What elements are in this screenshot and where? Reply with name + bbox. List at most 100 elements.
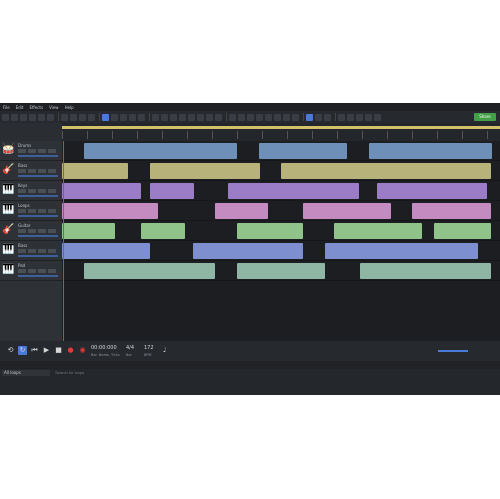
audio-clip[interactable]	[334, 223, 422, 239]
audio-clip[interactable]	[62, 203, 158, 219]
instrument-icon[interactable]	[188, 113, 195, 121]
piano-roll-icon[interactable]	[161, 113, 168, 121]
track-name[interactable]: Drums	[18, 143, 31, 148]
tool-draw-icon[interactable]	[247, 113, 254, 121]
tool-volume-icon[interactable]	[283, 113, 290, 121]
track-name[interactable]: Keys	[18, 183, 27, 188]
track-name[interactable]: Guitar	[18, 223, 30, 228]
track-mute-solo-buttons[interactable]	[18, 249, 58, 253]
save-icon[interactable]	[20, 113, 27, 121]
redo-icon[interactable]	[70, 113, 77, 121]
audio-clip[interactable]	[281, 163, 491, 179]
audio-clip[interactable]	[377, 183, 487, 199]
new-project-icon[interactable]	[2, 113, 9, 121]
tool-split-icon[interactable]	[238, 113, 245, 121]
beat-maker-icon[interactable]	[215, 113, 222, 121]
audio-clip[interactable]	[62, 223, 115, 239]
tempo-display[interactable]: 172	[144, 345, 154, 351]
loops-filter-select[interactable]: All loops	[2, 370, 50, 376]
loops-search-input[interactable]	[55, 370, 135, 376]
mixer-icon[interactable]	[47, 113, 54, 121]
track-lane[interactable]	[62, 141, 500, 161]
track-name[interactable]: Pad	[18, 263, 25, 268]
cycle-icon[interactable]: ↻	[18, 346, 27, 355]
stop-icon[interactable]: ■	[54, 346, 63, 355]
grid-icon[interactable]	[120, 113, 127, 121]
track-name[interactable]: Bass	[18, 243, 27, 248]
track-volume-slider[interactable]	[18, 175, 58, 177]
audio-clip[interactable]	[62, 183, 141, 199]
track-lane[interactable]	[62, 241, 500, 261]
metronome-toggle-icon[interactable]: ♩	[160, 346, 169, 355]
pencil-icon[interactable]	[347, 113, 354, 121]
cut-icon[interactable]	[79, 113, 86, 121]
tool-mute-icon[interactable]	[265, 113, 272, 121]
cursor-icon[interactable]	[338, 113, 345, 121]
track-lane[interactable]	[62, 221, 500, 241]
track-header[interactable]: 🥁 Drums	[0, 141, 62, 161]
arrangement-area[interactable]	[62, 141, 500, 341]
track-mute-solo-buttons[interactable]	[18, 169, 58, 173]
magnet-icon[interactable]	[374, 113, 381, 121]
metronome-icon[interactable]	[138, 113, 145, 121]
loop-mode-icon[interactable]	[102, 113, 109, 121]
track-volume-slider[interactable]	[18, 275, 58, 277]
track-volume-slider[interactable]	[18, 215, 58, 217]
open-project-icon[interactable]	[11, 113, 18, 121]
audio-clip[interactable]	[84, 143, 237, 159]
settings-icon[interactable]	[38, 113, 45, 121]
audio-clip[interactable]	[150, 183, 194, 199]
record-arm-icon[interactable]: ◉	[78, 346, 87, 355]
sampler-icon[interactable]	[206, 113, 213, 121]
tool-zoom-icon[interactable]	[274, 113, 281, 121]
audio-clip[interactable]	[62, 243, 150, 259]
track-header[interactable]: 🎸 Bass	[0, 161, 62, 181]
audio-clip[interactable]	[412, 203, 491, 219]
track-volume-slider[interactable]	[18, 235, 58, 237]
menu-effects[interactable]: Effects	[26, 105, 46, 110]
audio-clip[interactable]	[259, 143, 347, 159]
menu-file[interactable]: File	[0, 105, 13, 110]
audio-clip[interactable]	[237, 263, 325, 279]
track-header[interactable]: 🎹 Bass	[0, 241, 62, 261]
loop-icon[interactable]: ⟲	[6, 346, 15, 355]
track-mute-solo-buttons[interactable]	[18, 209, 58, 213]
track-name[interactable]: Loops	[18, 203, 30, 208]
scissors-icon[interactable]	[356, 113, 363, 121]
marker-icon[interactable]	[129, 113, 136, 121]
track-volume-slider[interactable]	[18, 155, 58, 157]
track-lane[interactable]	[62, 161, 500, 181]
audio-clip[interactable]	[325, 243, 478, 259]
track-header[interactable]: 🎹 Pad	[0, 261, 62, 281]
record-icon[interactable]	[152, 113, 159, 121]
view-arrange-icon[interactable]	[306, 113, 313, 121]
synth-icon[interactable]	[197, 113, 204, 121]
track-header[interactable]: 🎸 Guitar	[0, 221, 62, 241]
menu-help[interactable]: Help	[62, 105, 77, 110]
tool-erase-icon[interactable]	[256, 113, 263, 121]
audio-clip[interactable]	[360, 263, 491, 279]
share-button[interactable]: Share	[474, 113, 496, 121]
audio-clip[interactable]	[369, 143, 492, 159]
track-volume-slider[interactable]	[18, 195, 58, 197]
tool-select-icon[interactable]	[229, 113, 236, 121]
audio-clip[interactable]	[303, 203, 391, 219]
audio-clip[interactable]	[193, 243, 303, 259]
track-lane[interactable]	[62, 201, 500, 221]
audio-editor-icon[interactable]	[170, 113, 177, 121]
track-mute-solo-buttons[interactable]	[18, 149, 58, 153]
play-icon[interactable]: ▶	[42, 346, 51, 355]
track-name[interactable]: Bass	[18, 163, 27, 168]
audio-clip[interactable]	[62, 163, 128, 179]
export-icon[interactable]	[29, 113, 36, 121]
track-lane[interactable]	[62, 261, 500, 281]
audio-clip[interactable]	[237, 223, 303, 239]
snap-icon[interactable]	[111, 113, 118, 121]
track-header[interactable]: 🎹 Loops	[0, 201, 62, 221]
menu-view[interactable]: View	[46, 105, 62, 110]
to-start-icon[interactable]: ⏮	[30, 346, 39, 355]
track-volume-slider[interactable]	[18, 255, 58, 257]
timeline-ruler[interactable]	[62, 123, 500, 141]
record-button-icon[interactable]: ●	[66, 346, 75, 355]
view-browser-icon[interactable]	[324, 113, 331, 121]
